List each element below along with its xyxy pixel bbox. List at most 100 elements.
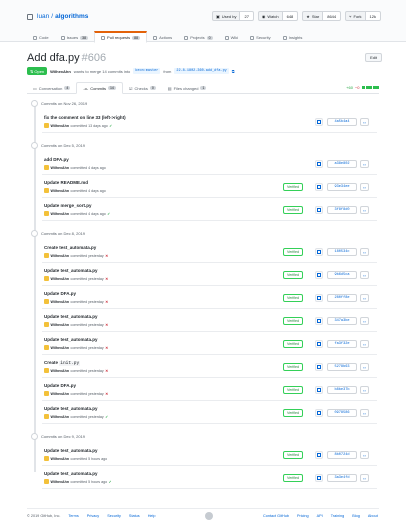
footer-link-contact[interactable]: Contact GitHub	[263, 514, 289, 518]
commit-sha-link[interactable]: 8b0724d	[327, 451, 357, 459]
verified-badge[interactable]: Verified	[283, 474, 303, 482]
tab-issues[interactable]: Issues 38	[55, 31, 94, 42]
commit-sha-link[interactable]: 0978586	[327, 409, 357, 417]
footer-link-about[interactable]: About	[368, 514, 378, 518]
watch-count[interactable]: 648	[282, 11, 299, 21]
browse-code-button[interactable]: ‹›	[360, 271, 369, 279]
browse-code-button[interactable]: ‹›	[360, 386, 369, 394]
commit-sha-link[interactable]: 347a3be	[327, 317, 357, 325]
verified-badge[interactable]: Verified	[283, 248, 303, 256]
browse-code-button[interactable]: ‹›	[360, 206, 369, 214]
commit-sha-link[interactable]: fa3f32e	[327, 340, 357, 348]
verified-badge[interactable]: Verified	[283, 340, 303, 348]
tab-checks[interactable]: ☑ Checks 0	[123, 82, 162, 94]
avatar[interactable]	[44, 456, 49, 461]
used-by-count[interactable]: 27	[240, 11, 254, 21]
verified-badge[interactable]: Verified	[283, 206, 303, 214]
browse-code-button[interactable]: ‹›	[360, 160, 369, 168]
avatar[interactable]	[44, 479, 49, 484]
copy-sha-button[interactable]	[315, 409, 323, 417]
footer-link-pricing[interactable]: Pricing	[297, 514, 309, 518]
verified-badge[interactable]: Verified	[283, 294, 303, 302]
footer-link-terms[interactable]: Terms	[68, 514, 78, 518]
browse-code-button[interactable]: ‹›	[360, 340, 369, 348]
commit-message-link[interactable]: fix the comment on line 33 (left->right)	[44, 115, 126, 120]
avatar[interactable]	[44, 322, 49, 327]
tab-security[interactable]: Security	[244, 31, 276, 42]
x-icon[interactable]: ✕	[105, 300, 108, 304]
edit-button[interactable]: Edit	[365, 53, 382, 62]
copy-sha-button[interactable]	[315, 248, 323, 256]
head-branch[interactable]: 22-8-1802-360-add_dfa.py	[174, 68, 229, 74]
commit-sha-link[interactable]: 9b6d5ca	[327, 271, 357, 279]
tab-commits[interactable]: -o- Commits 14	[76, 82, 123, 94]
x-icon[interactable]: ✕	[105, 323, 108, 327]
verified-badge[interactable]: Verified	[283, 386, 303, 394]
commit-author-link[interactable]: WilhexAhn	[51, 369, 70, 373]
check-icon[interactable]: ✓	[105, 415, 108, 419]
tab-files-changed[interactable]: ▤ Files changed 1	[162, 82, 213, 94]
commit-message-link[interactable]: Update DFA.py	[44, 383, 76, 388]
avatar[interactable]	[44, 391, 49, 396]
browse-code-button[interactable]: ‹›	[360, 451, 369, 459]
copy-sha-button[interactable]	[315, 206, 323, 214]
commit-message-link[interactable]: add DFA.py	[44, 157, 69, 162]
commit-author-link[interactable]: WilhexAhn	[51, 277, 70, 281]
verified-badge[interactable]: Verified	[283, 183, 303, 191]
commit-sha-link[interactable]: 280ff8e	[327, 294, 357, 302]
copy-sha-button[interactable]	[315, 160, 323, 168]
commit-author-link[interactable]: WilhexAhn	[51, 457, 70, 461]
avatar[interactable]	[44, 276, 49, 281]
avatar[interactable]	[44, 165, 49, 170]
footer-link-security[interactable]: Security	[107, 514, 121, 518]
repo-owner-link[interactable]: luan	[37, 13, 49, 20]
commit-sha-link[interactable]: a38e802	[327, 160, 357, 168]
copy-sha-button[interactable]	[315, 386, 323, 394]
fork-button[interactable]: ⑂ Fork 12k	[345, 11, 381, 21]
commit-sha-link[interactable]: 3f8f8d0	[327, 206, 357, 214]
x-icon[interactable]: ✕	[105, 277, 108, 281]
commit-message-link[interactable]: Create test_automata.py	[44, 245, 96, 250]
x-icon[interactable]: ✕	[105, 369, 108, 373]
browse-code-button[interactable]: ‹›	[360, 294, 369, 302]
browse-code-button[interactable]: ‹›	[360, 183, 369, 191]
commit-message-link[interactable]: Update test_automata.py	[44, 268, 98, 273]
avatar[interactable]	[44, 253, 49, 258]
commit-author-link[interactable]: WilhexAhn	[51, 480, 70, 484]
commit-author-link[interactable]: WilhexAhn	[51, 346, 70, 350]
footer-link-status[interactable]: Status	[129, 514, 140, 518]
avatar[interactable]	[44, 368, 49, 373]
commit-message-link[interactable]: Update merge_sort.py	[44, 203, 92, 208]
browse-code-button[interactable]: ‹›	[360, 118, 369, 126]
avatar[interactable]	[44, 345, 49, 350]
footer-link-training[interactable]: Training	[331, 514, 345, 518]
github-logo-icon[interactable]	[205, 512, 213, 520]
commit-message-link[interactable]: Update test_automata.py	[44, 448, 98, 453]
verified-badge[interactable]: Verified	[283, 363, 303, 371]
commit-sha-link[interactable]: 180534c	[327, 248, 357, 256]
star-button[interactable]: ★ Star 8644	[302, 11, 342, 21]
watch-button[interactable]: ◉ Watch 648	[257, 11, 299, 21]
avatar[interactable]	[44, 211, 49, 216]
copy-sha-button[interactable]	[315, 451, 323, 459]
used-by-button[interactable]: ▣ Used by 27	[212, 11, 254, 21]
copy-sha-button[interactable]	[315, 271, 323, 279]
verified-badge[interactable]: Verified	[283, 317, 303, 325]
tab-insights[interactable]: Insights	[277, 31, 309, 42]
commit-sha-link[interactable]: 93e34ee	[327, 183, 357, 191]
tab-projects[interactable]: Projects 0	[178, 31, 218, 42]
check-icon[interactable]: ✓	[109, 124, 112, 128]
commit-sha-link[interactable]: 5278b63	[327, 363, 357, 371]
commit-message-link[interactable]: Update test_automata.py	[44, 471, 98, 476]
verified-badge[interactable]: Verified	[283, 271, 303, 279]
repo-name-link[interactable]: algorithms	[55, 13, 88, 20]
fork-count[interactable]: 12k	[365, 11, 381, 21]
avatar[interactable]	[44, 123, 49, 128]
commit-author-link[interactable]: WilhexAhn	[51, 300, 70, 304]
tab-pull-requests[interactable]: Pull requests 88	[94, 31, 148, 43]
commit-message-link[interactable]: Update test_automata.py	[44, 406, 98, 411]
avatar[interactable]	[44, 299, 49, 304]
commit-message-link[interactable]: Update test_automata.py	[44, 337, 98, 342]
tab-code[interactable]: Code	[27, 31, 55, 42]
x-icon[interactable]: ✕	[105, 346, 108, 350]
